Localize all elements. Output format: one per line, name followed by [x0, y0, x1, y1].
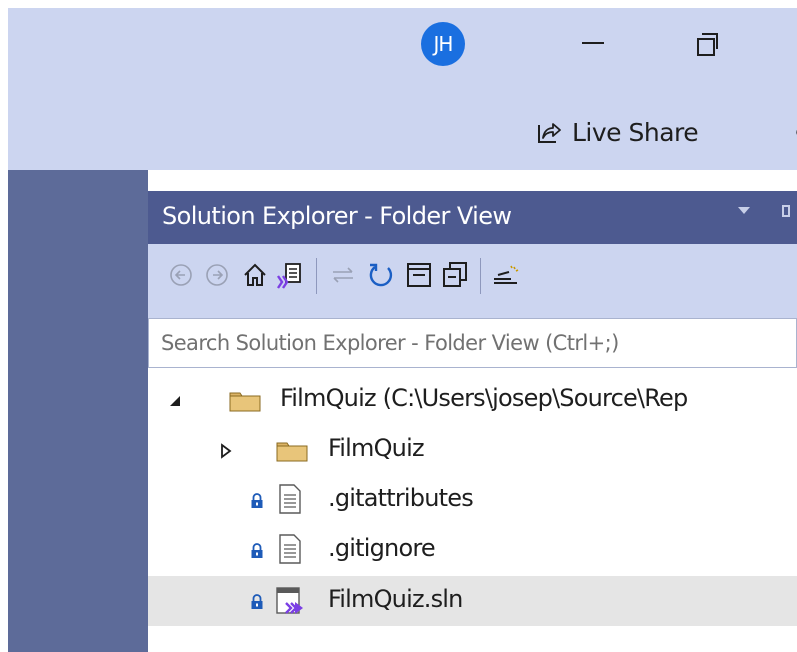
tree-item-folder[interactable]: FilmQuiz	[148, 425, 797, 475]
pin-icon[interactable]	[780, 205, 792, 225]
tree-item-file[interactable]: .gitignore	[148, 525, 797, 575]
solution-file-icon	[276, 587, 303, 614]
file-icon	[279, 534, 301, 564]
tree-item-root-folder[interactable]: FilmQuiz (C:\Users\josep\Source\Rep	[148, 375, 797, 425]
solution-explorer-header: Solution Explorer - Folder View	[148, 191, 797, 244]
tree-item-label: .gitignore	[328, 534, 436, 562]
restore-button[interactable]	[693, 30, 721, 58]
folder-icon	[276, 442, 308, 462]
toolbar-separator	[480, 258, 481, 294]
tree-item-label: FilmQuiz	[328, 434, 425, 462]
minimize-button[interactable]	[578, 28, 608, 58]
live-share-button[interactable]: Live Share	[536, 112, 699, 152]
search-input[interactable]	[149, 319, 796, 367]
window-position-dropdown-icon[interactable]	[738, 207, 750, 214]
solution-tree: FilmQuiz (C:\Users\josep\Source\Rep Film…	[148, 370, 797, 652]
live-share-label: Live Share	[572, 117, 699, 147]
collapsed-arrow-icon[interactable]	[220, 443, 232, 459]
share-icon	[538, 123, 561, 143]
editor-background	[8, 170, 148, 652]
user-avatar[interactable]: JH	[421, 22, 465, 66]
switch-views-icon[interactable]	[275, 260, 305, 290]
back-icon[interactable]	[166, 260, 196, 290]
forward-icon[interactable]	[202, 260, 232, 290]
restore-icon-front	[697, 38, 715, 56]
solution-explorer-toolbar	[148, 244, 797, 318]
lock-icon	[251, 543, 263, 558]
refresh-icon[interactable]	[366, 260, 396, 290]
title-bar: JH Live Share ∞	[8, 8, 797, 170]
search-box[interactable]	[148, 318, 797, 368]
home-icon[interactable]	[240, 260, 270, 290]
tree-item-label: FilmQuiz.sln	[328, 585, 463, 613]
properties-icon[interactable]	[491, 260, 521, 290]
tree-item-label: .gitattributes	[328, 484, 474, 512]
collapse-all-icon[interactable]	[404, 260, 434, 290]
file-icon	[279, 484, 301, 514]
tree-item-label: FilmQuiz (C:\Users\josep\Source\Rep	[280, 384, 688, 412]
lock-icon	[251, 493, 263, 508]
tree-item-solution[interactable]: FilmQuiz.sln	[148, 576, 797, 626]
expanded-arrow-icon[interactable]	[169, 395, 181, 407]
tree-item-file[interactable]: .gitattributes	[148, 475, 797, 525]
toolbar-separator	[316, 258, 317, 294]
panel-title: Solution Explorer - Folder View	[162, 202, 512, 230]
sync-icon[interactable]	[328, 260, 358, 290]
folder-icon	[229, 392, 261, 412]
show-all-files-icon[interactable]	[440, 260, 470, 290]
lock-icon	[251, 594, 263, 609]
